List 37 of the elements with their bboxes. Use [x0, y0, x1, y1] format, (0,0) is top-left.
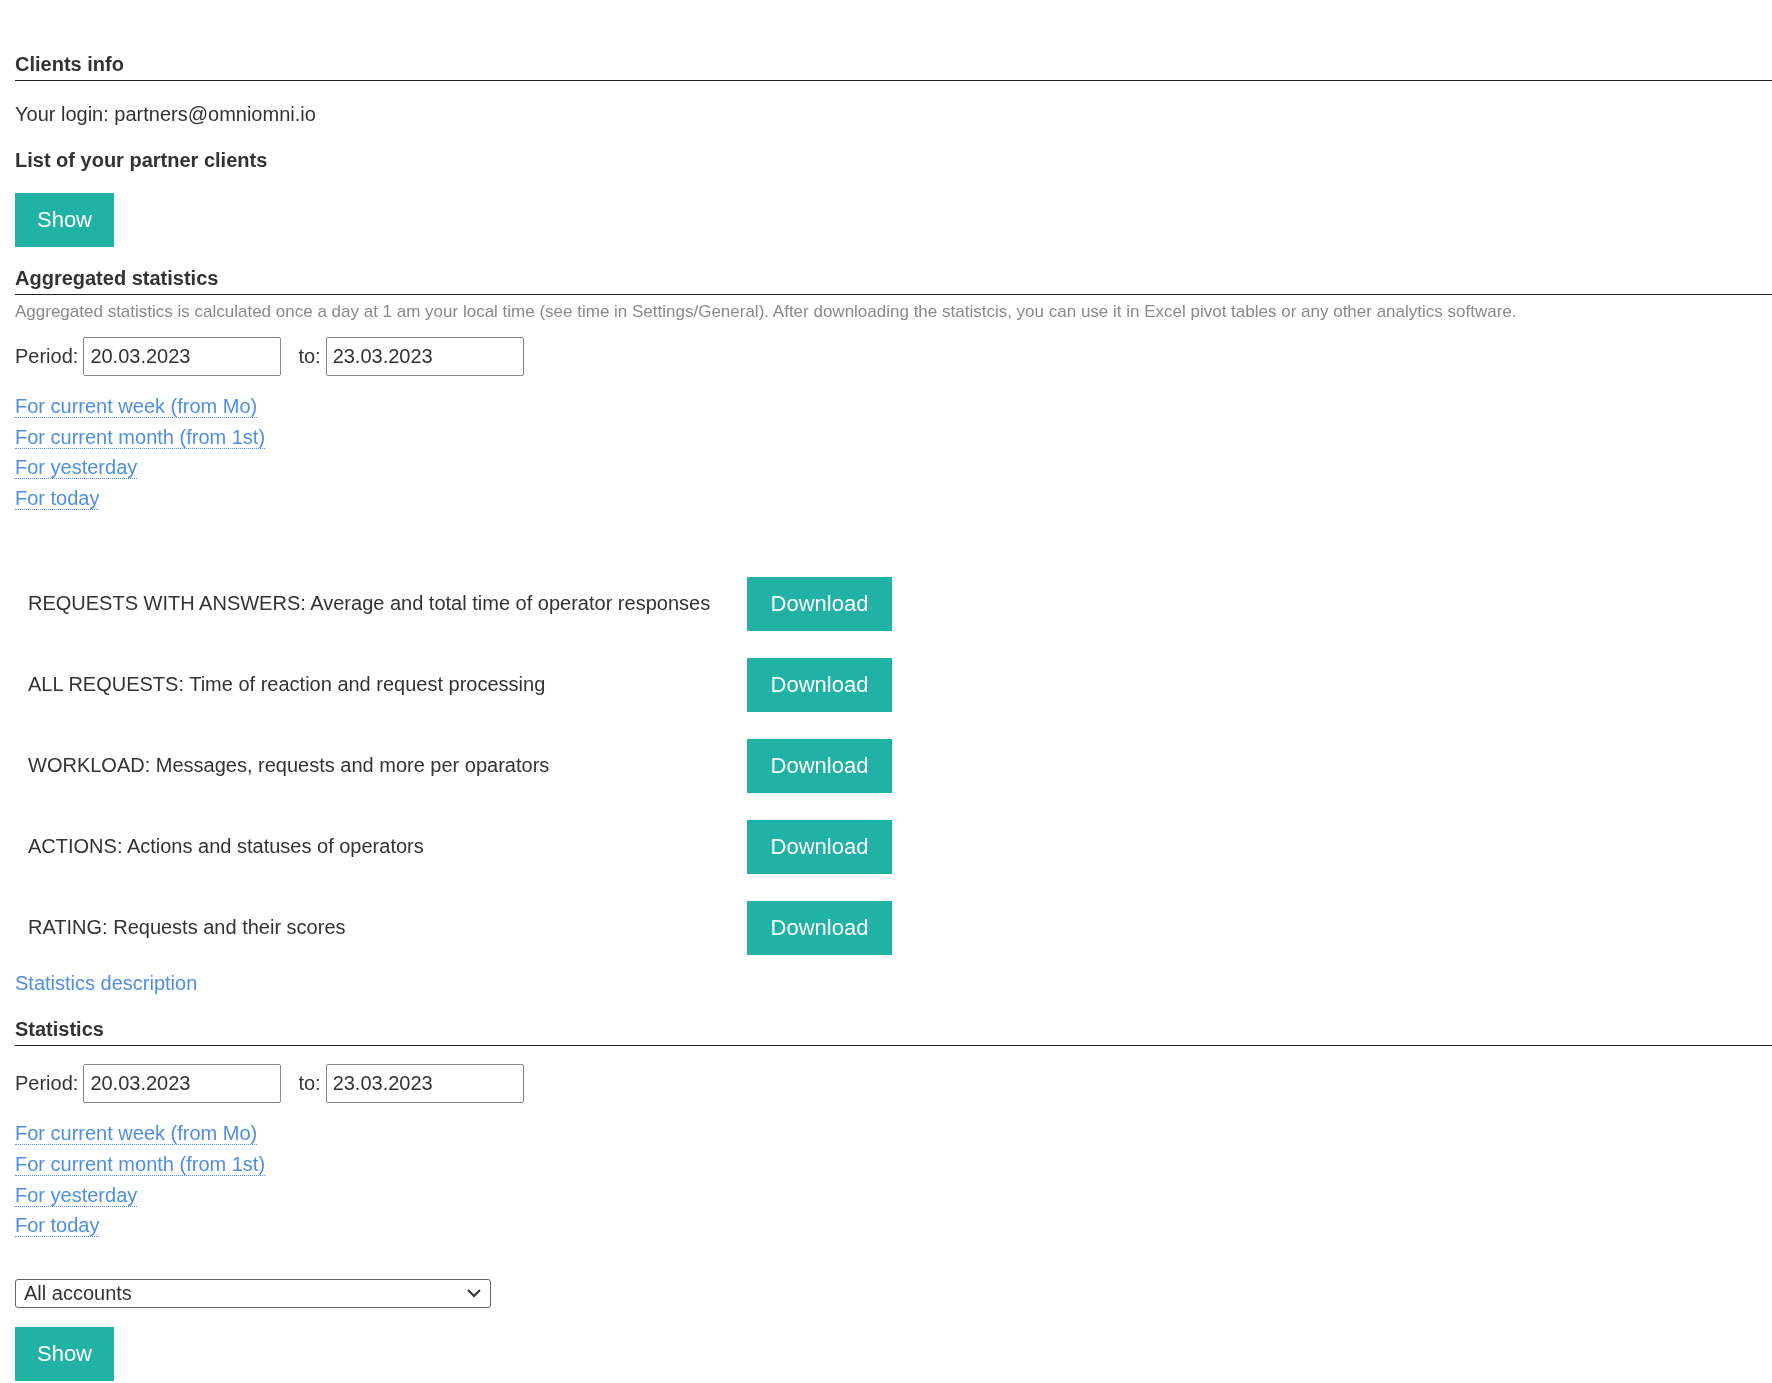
- period-link[interactable]: For current week (from Mo): [15, 1122, 258, 1146]
- statistics-description-link[interactable]: Statistics description: [15, 972, 198, 995]
- period-link[interactable]: For current week (from Mo): [15, 395, 258, 418]
- section-heading: Aggregated statistics: [15, 265, 1772, 295]
- chevron-down-icon: [466, 1288, 482, 1299]
- report-label: WORKLOAD: Messages, requests and more per oparators: [27, 754, 551, 778]
- account-dropdown[interactable]: All accounts: [15, 1278, 491, 1308]
- subheading: List of your partner clients: [15, 148, 269, 173]
- report-label: ACTIONS: Actions and statuses of operators: [27, 835, 425, 859]
- period-link[interactable]: For yesterday: [15, 456, 138, 480]
- period-link[interactable]: For yesterday: [15, 1183, 138, 1207]
- period-link[interactable]: For current month (from 1st): [15, 425, 266, 449]
- show-button[interactable]: Show: [15, 1326, 114, 1381]
- download-button[interactable]: Download: [747, 900, 892, 955]
- date-field[interactable]: 20.03.2023: [83, 1064, 282, 1104]
- period-link[interactable]: For today: [15, 486, 100, 510]
- date-field[interactable]: 23.03.2023: [325, 337, 524, 376]
- download-button[interactable]: Download: [747, 738, 892, 793]
- period-link[interactable]: For today: [15, 1214, 100, 1238]
- to-label: to:: [298, 1072, 321, 1096]
- section-heading: Clients info: [15, 51, 1772, 81]
- period-label: Period:: [15, 345, 79, 368]
- date-field[interactable]: 20.03.2023: [83, 337, 282, 376]
- report-label: REQUESTS WITH ANSWERS: Average and total time of operator responses: [27, 592, 712, 616]
- download-button[interactable]: Download: [747, 576, 892, 631]
- description-text: Aggregated statistics is calculated once a day at 1 am your local time (see time in Settings/General). After downloading the statistcis, you can use it in Excel pivot tables or any other analytics software.: [15, 301, 1518, 323]
- period-link[interactable]: For current month (from 1st): [15, 1152, 266, 1176]
- report-label: RATING: Requests and their scores: [27, 916, 347, 940]
- period-label: Period:: [15, 1072, 79, 1096]
- show-button[interactable]: Show: [15, 193, 114, 247]
- download-button[interactable]: Download: [747, 657, 892, 712]
- to-label: to:: [298, 345, 321, 368]
- login-text: Your login: partners@omniomni.io: [15, 102, 317, 127]
- section-heading: Statistics: [15, 1016, 1772, 1047]
- download-button[interactable]: Download: [747, 819, 892, 874]
- report-label: ALL REQUESTS: Time of reaction and request processing: [27, 673, 547, 697]
- date-field[interactable]: 23.03.2023: [325, 1064, 524, 1104]
